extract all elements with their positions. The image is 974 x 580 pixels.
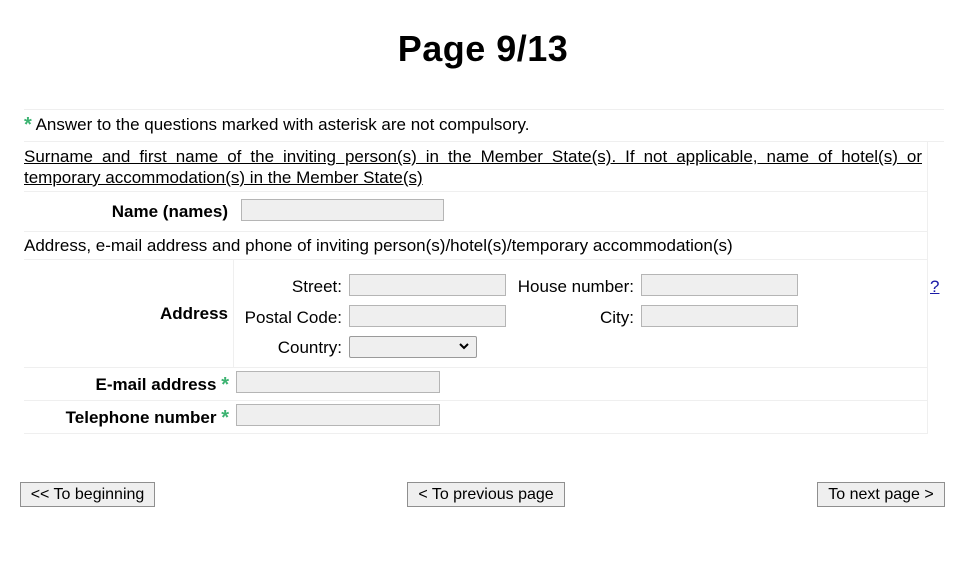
column-divider	[233, 259, 234, 367]
chevron-down-icon	[459, 343, 469, 350]
street-input[interactable]	[349, 274, 506, 296]
form-page: Page 9/13 * Answer to the questions mark…	[0, 0, 974, 580]
postal-code-label: Postal Code:	[244, 308, 342, 327]
divider	[24, 141, 944, 142]
asterisk-marker: *	[221, 374, 229, 396]
email-label-text: E-mail address	[95, 375, 217, 394]
email-input[interactable]	[236, 371, 440, 393]
country-label: Country:	[277, 338, 342, 357]
telephone-label: Telephone number *	[24, 407, 229, 430]
divider	[24, 259, 928, 260]
page-title: Page 9/13	[397, 28, 569, 69]
divider	[24, 367, 928, 368]
asterisk-marker: *	[221, 407, 229, 429]
divider	[24, 231, 928, 232]
name-label: Name (names)	[111, 202, 228, 221]
optional-note-text: Answer to the questions marked with aste…	[35, 115, 530, 134]
to-next-page-button[interactable]: To next page >	[817, 482, 945, 507]
divider	[24, 191, 928, 192]
country-select[interactable]	[349, 336, 477, 358]
divider	[24, 433, 928, 434]
inviting-person-heading: Surname and first name of the inviting p…	[24, 147, 922, 187]
telephone-input[interactable]	[236, 404, 440, 426]
column-divider	[927, 141, 928, 433]
address-label: Address	[159, 304, 228, 323]
email-label: E-mail address *	[24, 374, 229, 397]
street-label: Street:	[291, 277, 342, 296]
postal-code-input[interactable]	[349, 305, 506, 327]
to-previous-page-button[interactable]: < To previous page	[407, 482, 565, 507]
city-input[interactable]	[641, 305, 798, 327]
help-link[interactable]: ?	[930, 277, 939, 297]
house-number-input[interactable]	[641, 274, 798, 296]
address-section-heading: Address, e-mail address and phone of inv…	[24, 236, 733, 255]
name-input[interactable]	[241, 199, 444, 221]
city-label: City:	[600, 308, 634, 327]
divider	[24, 109, 944, 110]
to-beginning-button[interactable]: << To beginning	[20, 482, 155, 507]
divider	[24, 400, 928, 401]
optional-note: * Answer to the questions marked with as…	[24, 114, 529, 137]
house-number-label: House number:	[517, 277, 634, 296]
telephone-label-text: Telephone number	[65, 408, 217, 427]
asterisk-marker: *	[24, 114, 32, 136]
